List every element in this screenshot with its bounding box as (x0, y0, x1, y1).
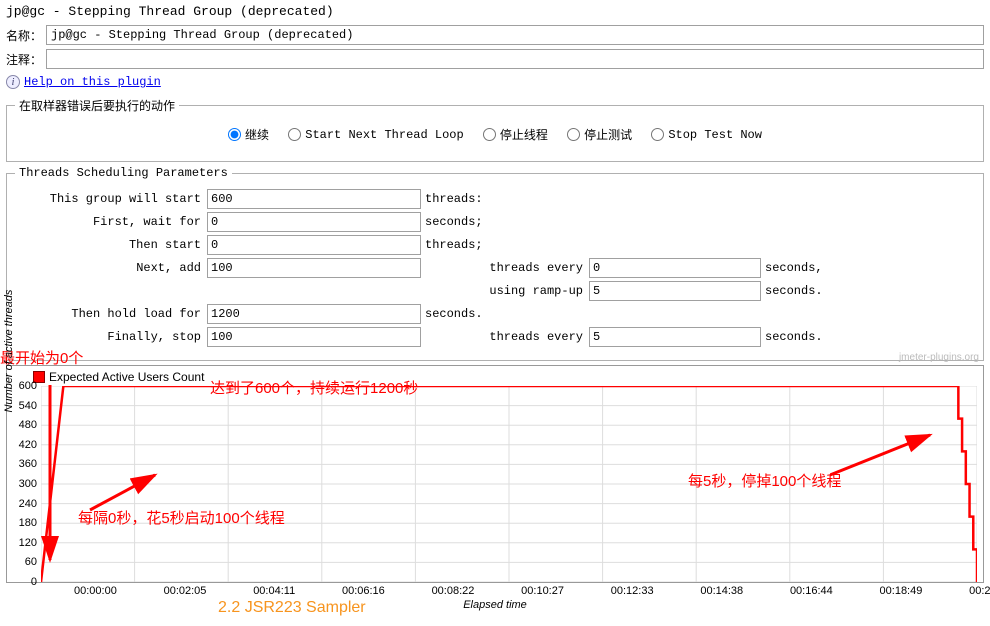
watermark: jmeter-plugins.org (899, 352, 979, 363)
y-tick: 600 (13, 380, 37, 392)
x-tick: 00:06:16 (342, 585, 385, 597)
radio-start-next-label: Start Next Thread Loop (305, 128, 463, 142)
x-tick: 00:12:33 (611, 585, 654, 597)
finally-every-label: threads every (459, 330, 589, 344)
hold-label: Then hold load for (15, 307, 207, 321)
x-tick: 00:14:38 (700, 585, 743, 597)
y-tick: 240 (13, 498, 37, 510)
y-tick: 120 (13, 537, 37, 549)
x-axis-label: Elapsed time (0, 599, 990, 611)
x-tick: 00:20:55 (969, 585, 990, 597)
y-tick: 300 (13, 478, 37, 490)
arrow-icon (830, 425, 950, 485)
annotation-rampdown: 每5秒，停掉100个线程 (688, 470, 841, 491)
window-title: jp@gc - Stepping Thread Group (deprecate… (0, 0, 990, 23)
radio-stop-now[interactable]: Stop Test Now (651, 128, 762, 142)
threads-every-unit: seconds, (761, 261, 829, 275)
radio-row: 继续 Start Next Thread Loop 停止线程 停止测试 Stop… (15, 120, 975, 151)
x-tick: 00:16:44 (790, 585, 833, 597)
y-tick: 420 (13, 439, 37, 451)
x-tick: 00:18:49 (880, 585, 923, 597)
threads-every-label: threads every (459, 261, 589, 275)
x-tick: 00:02:05 (164, 585, 207, 597)
footer-text: 2.2 JSR223 Sampler (218, 599, 366, 617)
group-start-input[interactable] (207, 189, 421, 209)
radio-stop-test[interactable]: 停止测试 (567, 126, 632, 143)
y-tick: 540 (13, 400, 37, 412)
first-wait-label: First, wait for (15, 215, 207, 229)
chart-legend: Expected Active Users Count (33, 370, 204, 384)
on-error-legend: 在取样器错误后要执行的动作 (15, 97, 179, 114)
x-tick: 00:04:11 (253, 585, 295, 597)
radio-start-next-input[interactable] (288, 128, 301, 141)
y-tick: 0 (13, 576, 37, 588)
radio-continue-label: 继续 (245, 126, 269, 143)
y-tick: 60 (13, 556, 37, 568)
comment-label: 注释： (6, 51, 42, 68)
finally-label: Finally, stop (15, 330, 207, 344)
radio-continue-input[interactable] (228, 128, 241, 141)
ramp-label: using ramp-up (459, 284, 589, 298)
x-tick: 00:08:22 (432, 585, 475, 597)
radio-stop-thread-label: 停止线程 (500, 126, 548, 143)
help-link[interactable]: Help on this plugin (24, 75, 161, 89)
y-tick: 360 (13, 458, 37, 470)
x-tick: 00:10:27 (521, 585, 564, 597)
name-input[interactable] (46, 25, 984, 45)
then-start-input[interactable] (207, 235, 421, 255)
group-start-unit: threads: (421, 192, 489, 206)
arrow-icon (70, 465, 170, 515)
ramp-unit: seconds. (761, 284, 829, 298)
ramp-input[interactable] (589, 281, 761, 301)
hold-unit: seconds. (421, 307, 489, 321)
radio-stop-thread-input[interactable] (483, 128, 496, 141)
threads-every-input[interactable] (589, 258, 761, 278)
hold-input[interactable] (207, 304, 421, 324)
on-error-group: 在取样器错误后要执行的动作 继续 Start Next Thread Loop … (6, 97, 984, 162)
next-add-input[interactable] (207, 258, 421, 278)
x-tick-row: 00:00:00 00:02:05 00:04:11 00:06:16 00:08:22… (74, 585, 990, 597)
radio-stop-now-input[interactable] (651, 128, 664, 141)
finally-every-input[interactable] (589, 327, 761, 347)
radio-stop-test-input[interactable] (567, 128, 580, 141)
finally-input[interactable] (207, 327, 421, 347)
name-label: 名称： (6, 27, 42, 44)
next-add-label: Next, add (15, 261, 207, 275)
group-start-label: This group will start (15, 192, 207, 206)
y-tick: 480 (13, 419, 37, 431)
first-wait-input[interactable] (207, 212, 421, 232)
radio-stop-test-label: 停止测试 (584, 126, 632, 143)
radio-stop-now-label: Stop Test Now (668, 128, 762, 142)
finally-unit: seconds. (761, 330, 829, 344)
info-icon: i (6, 75, 20, 89)
first-wait-unit: seconds; (421, 215, 489, 229)
scheduling-group: Threads Scheduling Parameters This group… (6, 166, 984, 361)
then-start-label: Then start (15, 238, 207, 252)
annotation-reach-600: 达到了600个，持续运行1200秒 (210, 377, 418, 398)
y-axis-label: Number of active threads (3, 290, 15, 413)
radio-stop-thread[interactable]: 停止线程 (483, 126, 548, 143)
then-start-unit: threads; (421, 238, 489, 252)
radio-continue[interactable]: 继续 (228, 126, 269, 143)
y-tick: 180 (13, 517, 37, 529)
x-tick: 00:00:00 (74, 585, 117, 597)
comment-input[interactable] (46, 49, 984, 69)
radio-start-next[interactable]: Start Next Thread Loop (288, 128, 463, 142)
legend-text: Expected Active Users Count (49, 370, 204, 384)
scheduling-legend: Threads Scheduling Parameters (15, 166, 232, 180)
